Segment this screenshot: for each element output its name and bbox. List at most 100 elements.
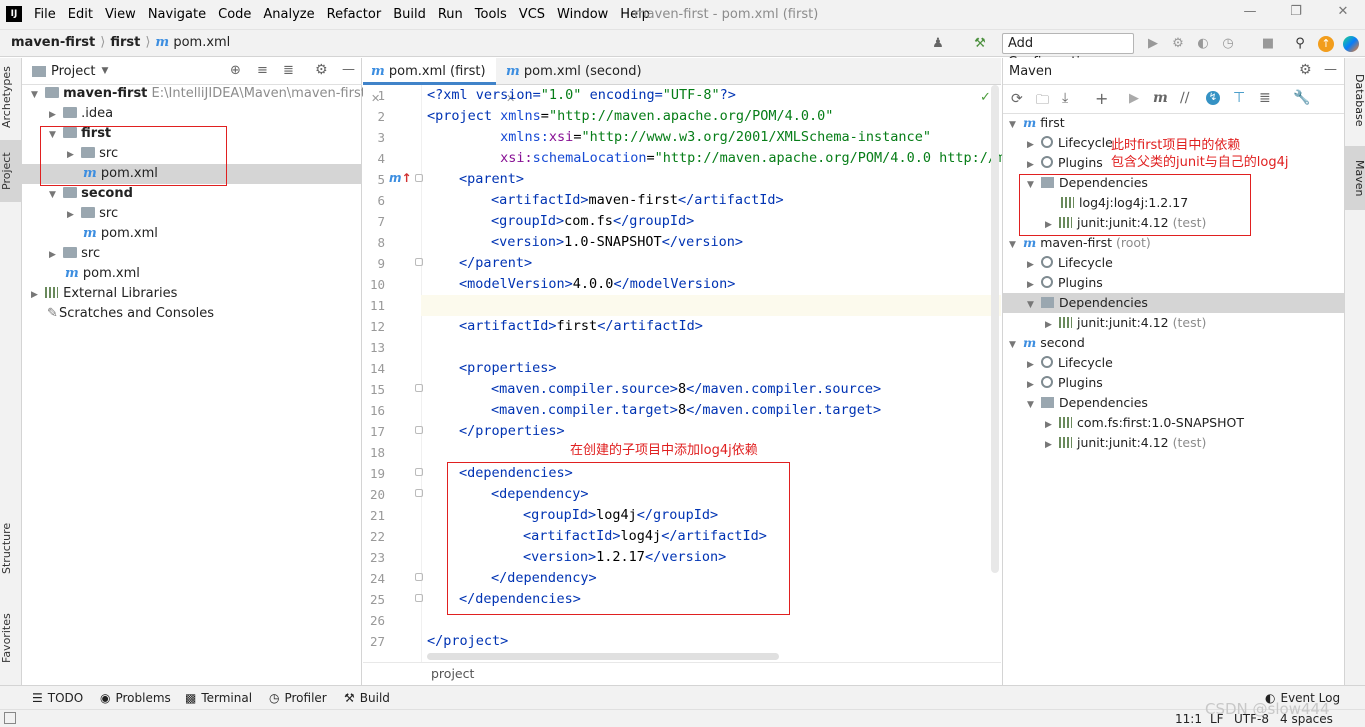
tab-archetypes[interactable]: Archetypes [0, 62, 22, 132]
maven-node-dependency[interactable]: ▶ junit:junit:4.12 (test) [1003, 433, 1345, 453]
code-line[interactable]: xsi:schemaLocation="http://maven.apache.… [427, 148, 1012, 169]
maven-node-lifecycle[interactable]: ▶ Lifecycle [1003, 353, 1345, 373]
maven-node-second[interactable]: ▼ m second [1003, 333, 1345, 353]
fold-icon[interactable] [415, 174, 423, 182]
maven-node-plugins[interactable]: ▶ Plugins [1003, 373, 1345, 393]
project-view-select[interactable]: Project [51, 64, 95, 79]
tool-terminal[interactable]: ▩ Terminal [185, 691, 252, 705]
generate-sources-icon[interactable]: 🗀 [1036, 91, 1049, 113]
menu-refactor[interactable]: Refactor [327, 7, 382, 22]
coverage-icon[interactable]: ◐ [1195, 36, 1211, 52]
locate-icon[interactable]: ⊕ [230, 63, 241, 78]
expand-all-icon[interactable]: ≡ [257, 63, 268, 78]
code-line[interactable]: </parent> [459, 253, 532, 274]
code-line[interactable]: <version>1.0-SNAPSHOT</version> [491, 232, 743, 253]
tree-node-second-pom[interactable]: m pom.xml [22, 224, 362, 244]
download-icon[interactable]: ⤓ [1062, 90, 1068, 106]
hide-panel-icon[interactable]: — [342, 62, 355, 77]
code-line[interactable]: <?xml version="1.0" encoding="UTF-8"?> [427, 85, 736, 106]
fold-icon[interactable] [415, 489, 423, 497]
run-icon[interactable]: ▶ [1145, 36, 1161, 52]
fold-icon[interactable] [415, 468, 423, 476]
execute-goal-icon[interactable]: m [1153, 90, 1168, 106]
code-line[interactable]: <modelVersion>4.0.0</modelVersion> [459, 274, 735, 295]
tab-maven[interactable]: Maven [1345, 146, 1365, 210]
fold-icon[interactable] [415, 426, 423, 434]
collapse-all-icon[interactable]: ≣ [1259, 90, 1271, 106]
menu-build[interactable]: Build [393, 7, 426, 22]
code-line[interactable]: </properties> [459, 421, 565, 442]
code-line[interactable]: <groupId>com.fs</groupId> [491, 211, 694, 232]
tab-structure[interactable]: Structure [0, 518, 22, 578]
caret-position[interactable]: 11:1 [1175, 712, 1202, 726]
toggle-offline-icon[interactable]: ∕∕ [1180, 90, 1189, 106]
user-icon[interactable]: ♟ [930, 36, 946, 52]
tab-pom-first[interactable]: m pom.xml (first) ✕ [363, 58, 496, 105]
fold-icon[interactable] [415, 258, 423, 266]
tab-favorites[interactable]: Favorites [0, 603, 22, 673]
tool-profiler[interactable]: ◷ Profiler [269, 691, 327, 705]
run-icon[interactable]: ▶ [1129, 91, 1139, 106]
maven-node-lifecycle[interactable]: ▶ Lifecycle [1003, 253, 1345, 273]
reload-icon[interactable]: ⟳ [1011, 91, 1023, 107]
menu-code[interactable]: Code [218, 7, 251, 22]
build-hammer-icon[interactable]: ⚒ [972, 36, 988, 52]
menu-vcs[interactable]: VCS [519, 7, 545, 22]
code-line[interactable]: <maven.compiler.source>8</maven.compiler… [491, 379, 881, 400]
tree-node-second[interactable]: ▼ second [22, 184, 362, 204]
tool-build[interactable]: ⚒ Build [344, 691, 390, 705]
toolbox-icon[interactable] [1343, 36, 1359, 52]
code-line[interactable]: xmlns:xsi="http://www.w3.org/2001/XMLSch… [427, 127, 931, 148]
fold-icon[interactable] [415, 594, 423, 602]
tool-problems[interactable]: ◉ Problems [100, 691, 171, 705]
parent-pom-gutter-icon[interactable]: m↑ [389, 171, 412, 185]
restore-icon[interactable]: ❐ [1289, 5, 1303, 19]
menu-analyze[interactable]: Analyze [263, 7, 314, 22]
breadcrumb-project[interactable]: maven-first [11, 35, 95, 50]
tree-node-external-libraries[interactable]: ▶ External Libraries [22, 284, 362, 304]
add-icon[interactable]: + [1095, 89, 1108, 108]
fold-icon[interactable] [415, 573, 423, 581]
menu-navigate[interactable]: Navigate [148, 7, 206, 22]
menu-edit[interactable]: Edit [68, 7, 93, 22]
maven-node-dependency[interactable]: ▶ junit:junit:4.12 (test) [1003, 313, 1345, 333]
menu-run[interactable]: Run [438, 7, 463, 22]
code-line[interactable]: <maven.compiler.target>8</maven.compiler… [491, 400, 881, 421]
maven-node-dependency[interactable]: ▶ com.fs:first:1.0-SNAPSHOT [1003, 413, 1345, 433]
debug-icon[interactable]: ⚙ [1170, 36, 1186, 52]
menu-tools[interactable]: Tools [475, 7, 507, 22]
stop-icon[interactable]: ■ [1260, 36, 1276, 52]
hide-panel-icon[interactable]: — [1324, 62, 1337, 77]
menu-file[interactable]: File [34, 7, 56, 22]
tree-node-root-src[interactable]: ▶ src [22, 244, 362, 264]
run-configuration-select[interactable]: Add Configuration... [1002, 33, 1134, 70]
tree-node-maven-first[interactable]: ▼ maven-first E:\IntelliJIDEA\Maven\mave… [22, 84, 366, 104]
code-line[interactable]: <project xmlns="http://maven.apache.org/… [427, 106, 833, 127]
update-icon[interactable]: ↑ [1318, 36, 1334, 52]
tree-node-scratches[interactable]: ✎Scratches and Consoles [22, 304, 362, 324]
code-line[interactable]: <parent> [459, 169, 524, 190]
tab-database[interactable]: Database [1346, 64, 1365, 136]
inspection-ok-icon[interactable]: ✓ [980, 90, 991, 105]
tree-node-idea[interactable]: ▶ .idea [22, 104, 362, 124]
tree-node-root-pom[interactable]: m pom.xml [22, 264, 362, 284]
vertical-scrollbar[interactable] [991, 85, 999, 573]
profile-icon[interactable]: ◷ [1220, 36, 1236, 52]
code-line[interactable]: </project> [427, 631, 508, 652]
footer-breadcrumb-item[interactable]: project [431, 666, 474, 681]
maven-node-maven-first[interactable]: ▼ m maven-first (root) [1003, 233, 1345, 253]
chevron-down-icon[interactable]: ▼ [101, 66, 108, 76]
tree-node-second-src[interactable]: ▶ src [22, 204, 362, 224]
menu-window[interactable]: Window [557, 7, 608, 22]
show-dependencies-icon[interactable]: ⊤ [1233, 90, 1245, 106]
breadcrumb-file[interactable]: pom.xml [173, 35, 230, 50]
collapse-all-icon[interactable]: ≣ [283, 63, 294, 78]
menu-view[interactable]: View [105, 7, 136, 22]
tab-pom-second[interactable]: m pom.xml (second) ✕ [498, 58, 648, 105]
search-icon[interactable]: ⚲ [1292, 36, 1308, 52]
code-line[interactable]: <artifactId>maven-first</artifactId> [491, 190, 784, 211]
gear-icon[interactable]: ⚙ [315, 62, 328, 78]
close-window-icon[interactable]: ✕ [1336, 5, 1350, 19]
breadcrumb-module[interactable]: first [110, 35, 140, 50]
maven-node-dependencies[interactable]: ▼ Dependencies [1003, 293, 1345, 313]
